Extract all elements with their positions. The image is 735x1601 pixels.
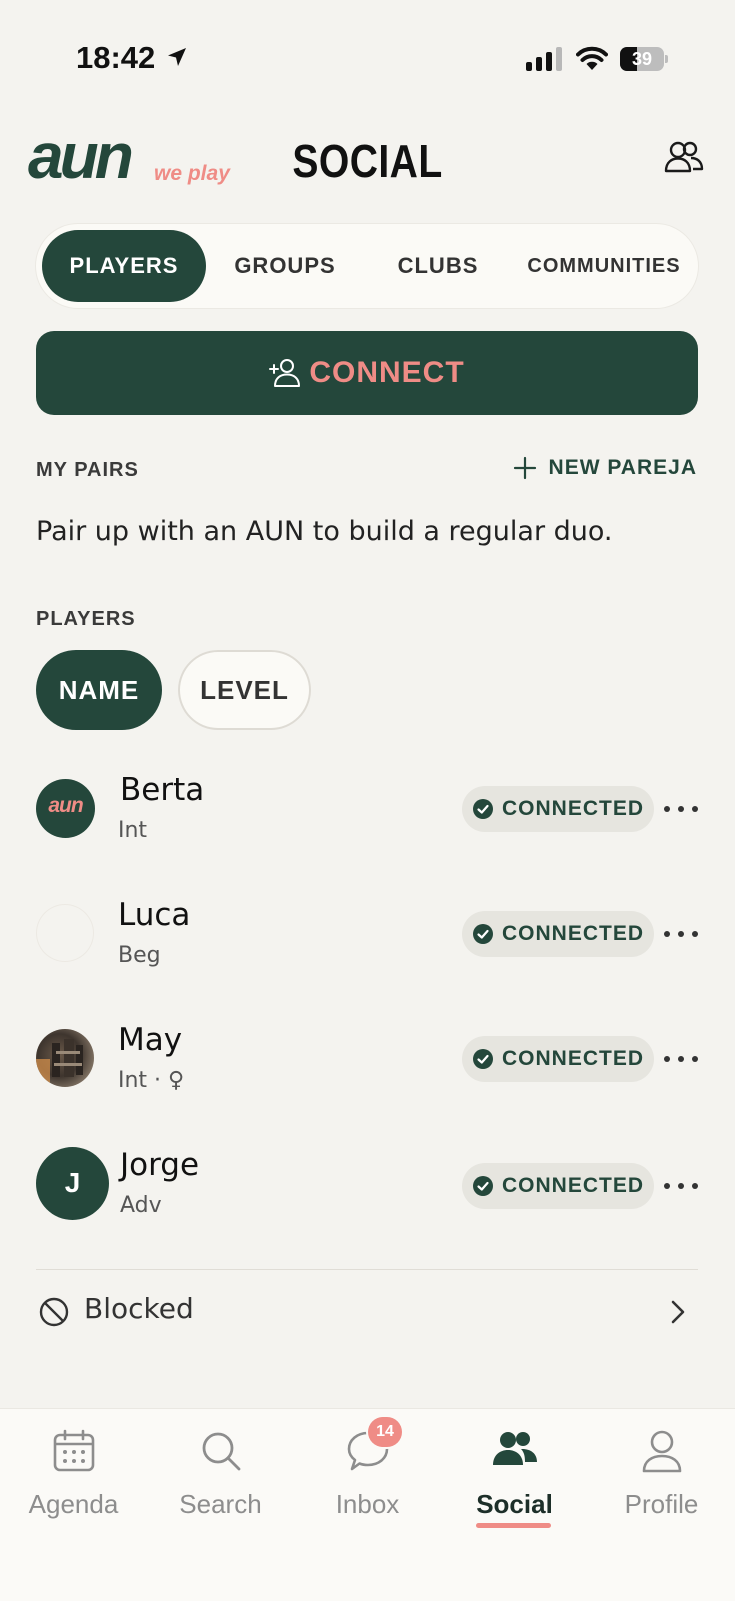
player-level: Int · ♀	[118, 1068, 185, 1093]
calendar-icon	[53, 1429, 94, 1472]
player-avatar-photo	[36, 1029, 94, 1087]
blocked-label: Blocked	[84, 1292, 194, 1325]
bottom-navigation: Agenda Search Inbox 14 Social Profile	[0, 1408, 735, 1601]
nav-social-label: Social	[476, 1489, 553, 1519]
new-pair-label: NEW PAREJA	[548, 456, 697, 479]
plus-icon	[513, 456, 536, 480]
connect-label: CONNECT	[309, 356, 465, 389]
wifi-icon	[576, 46, 608, 70]
battery-icon: 39	[620, 47, 668, 71]
check-circle-icon	[472, 799, 493, 819]
connected-badge: CONNECTED	[462, 1036, 654, 1082]
player-level: Int	[118, 818, 148, 843]
blocked-icon	[39, 1297, 69, 1327]
player-name: Luca	[118, 897, 191, 933]
my-pairs-heading: MY PAIRS	[36, 459, 139, 481]
cellular-signal-icon	[526, 47, 562, 71]
nav-search[interactable]: Search	[147, 1409, 294, 1539]
page-title: SOCIAL	[292, 135, 443, 187]
more-options-icon[interactable]	[664, 794, 698, 824]
check-circle-icon	[472, 1176, 493, 1196]
player-name: May	[118, 1022, 183, 1058]
player-level: Adv	[120, 1193, 162, 1218]
tab-groups[interactable]: GROUPS	[210, 230, 360, 302]
nav-agenda-label: Agenda	[28, 1489, 119, 1519]
nav-inbox-label: Inbox	[335, 1489, 400, 1519]
sort-by-name-chip[interactable]: NAME	[36, 650, 162, 730]
inbox-unread-badge: 14	[368, 1417, 402, 1447]
chevron-right-icon	[671, 1300, 685, 1324]
avatar-photo-image	[36, 1039, 83, 1087]
search-icon	[202, 1432, 240, 1471]
connect-button[interactable]: CONNECT	[36, 331, 698, 415]
connected-badge: CONNECTED	[462, 786, 654, 832]
check-circle-icon	[472, 924, 493, 944]
friends-icon[interactable]	[664, 140, 704, 174]
avatar-initial: J	[64, 1167, 81, 1198]
tab-players[interactable]: PLAYERS	[42, 230, 206, 302]
connected-badge: CONNECTED	[462, 1163, 654, 1209]
pairs-description: Pair up with an AUN to build a regular d…	[36, 516, 613, 547]
social-tabs: PLAYERS GROUPS CLUBS COMMUNITIES	[36, 224, 698, 308]
player-avatar: J	[36, 1147, 109, 1220]
user-icon	[642, 1430, 681, 1473]
connected-label: CONNECTED	[501, 797, 644, 820]
player-avatar	[36, 904, 94, 962]
players-heading: PLAYERS	[36, 608, 136, 630]
app-header: aun we play SOCIAL	[0, 120, 735, 200]
blocked-row[interactable]: Blocked	[36, 1290, 698, 1332]
player-avatar: aun	[36, 779, 95, 838]
location-arrow-icon	[168, 48, 186, 66]
status-time: 18:42	[76, 40, 156, 75]
more-options-icon[interactable]	[664, 1171, 698, 1201]
nav-profile-label: Profile	[624, 1489, 699, 1519]
player-level: Beg	[118, 943, 161, 968]
status-bar: 18:42 39	[0, 0, 735, 100]
player-row[interactable]: aun Berta Int CONNECTED	[36, 772, 698, 882]
nav-agenda[interactable]: Agenda	[0, 1409, 147, 1539]
nav-search-label: Search	[179, 1489, 262, 1519]
player-row[interactable]: Luca Beg CONNECTED	[36, 897, 698, 1007]
sort-by-level-chip[interactable]: LEVEL	[178, 650, 311, 730]
nav-social[interactable]: Social	[441, 1409, 588, 1539]
player-row[interactable]: May Int · ♀ CONNECTED	[36, 1022, 698, 1132]
avatar-logo: aun	[48, 794, 83, 817]
more-options-icon[interactable]	[664, 919, 698, 949]
nav-active-indicator	[476, 1523, 551, 1528]
people-icon	[492, 1432, 537, 1465]
player-name: Berta	[120, 772, 205, 808]
connected-label: CONNECTED	[501, 1047, 644, 1070]
tab-clubs[interactable]: CLUBS	[370, 230, 506, 302]
nav-profile[interactable]: Profile	[588, 1409, 735, 1539]
player-row[interactable]: J Jorge Adv CONNECTED	[36, 1147, 698, 1257]
battery-percentage: 39	[631, 49, 653, 69]
player-name: Jorge	[120, 1147, 200, 1183]
more-options-icon[interactable]	[664, 1044, 698, 1074]
tab-communities[interactable]: COMMUNITIES	[516, 230, 692, 302]
connected-badge: CONNECTED	[462, 911, 654, 957]
connected-label: CONNECTED	[501, 1174, 644, 1197]
list-divider	[36, 1269, 698, 1270]
add-person-icon	[269, 359, 301, 387]
new-pair-button[interactable]: NEW PAREJA	[513, 456, 697, 480]
connected-label: CONNECTED	[501, 922, 644, 945]
check-circle-icon	[472, 1049, 493, 1069]
